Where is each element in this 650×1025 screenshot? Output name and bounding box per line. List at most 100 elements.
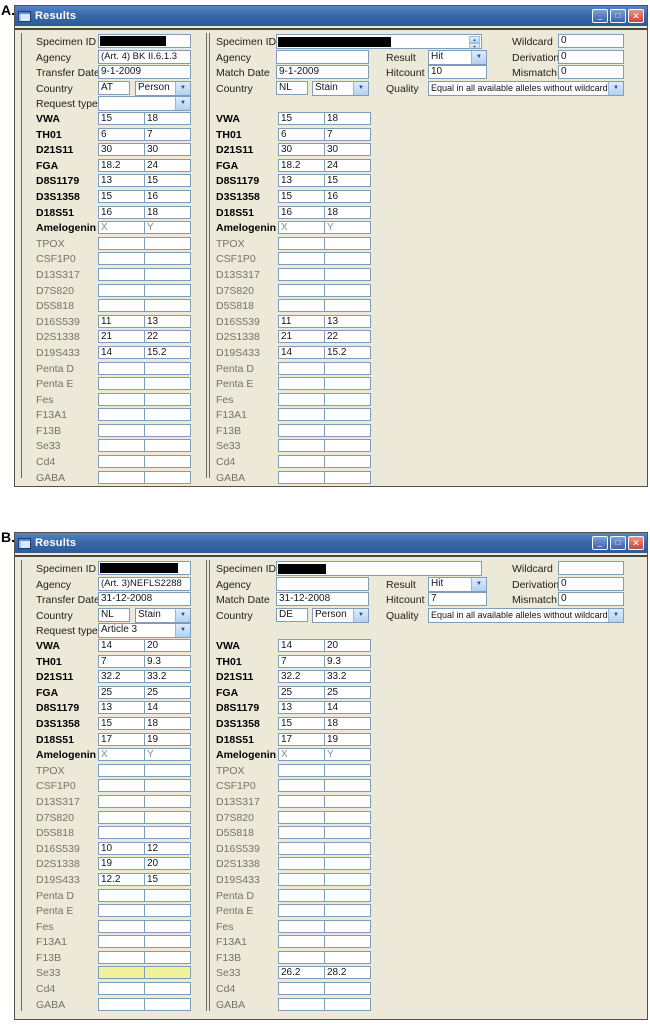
request-type-select[interactable]: Article 3 ▼ xyxy=(98,623,191,638)
allele-2-field[interactable]: 33.2 xyxy=(144,670,191,684)
allele-1-field[interactable] xyxy=(98,470,145,484)
allele-2-field[interactable] xyxy=(144,439,191,453)
allele-1-field[interactable] xyxy=(278,377,325,391)
allele-2-field[interactable] xyxy=(324,267,371,281)
allele-1-field[interactable] xyxy=(98,763,145,777)
allele-1-field[interactable]: X xyxy=(278,748,325,762)
allele-1-field[interactable] xyxy=(278,408,325,422)
allele-1-field[interactable] xyxy=(278,299,325,313)
allele-1-field[interactable] xyxy=(278,904,325,918)
agency-field[interactable] xyxy=(276,576,369,591)
allele-1-field[interactable] xyxy=(98,252,145,266)
allele-1-field[interactable]: 14 xyxy=(98,345,145,359)
allele-2-field[interactable] xyxy=(324,919,371,933)
specimen-id-field[interactable] xyxy=(98,34,191,48)
allele-2-field[interactable]: 16 xyxy=(324,189,371,203)
allele-2-field[interactable]: 15 xyxy=(324,174,371,188)
match-date-field[interactable]: 31-12-2008 xyxy=(276,592,369,606)
allele-2-field[interactable]: 28.2 xyxy=(324,966,371,980)
allele-1-field[interactable] xyxy=(278,826,325,840)
allele-1-field[interactable] xyxy=(98,267,145,281)
hitcount-field[interactable]: 10 xyxy=(428,65,487,79)
allele-1-field[interactable]: 16 xyxy=(278,205,325,219)
allele-2-field[interactable] xyxy=(144,408,191,422)
allele-1-field[interactable] xyxy=(98,236,145,250)
allele-2-field[interactable] xyxy=(324,904,371,918)
allele-2-field[interactable] xyxy=(324,236,371,250)
request-type-select[interactable]: ▼ xyxy=(98,96,191,111)
close-button[interactable]: ✕ xyxy=(628,536,644,550)
allele-1-field[interactable]: 32.2 xyxy=(98,670,145,684)
allele-2-field[interactable] xyxy=(144,236,191,250)
maximize-button[interactable]: □ xyxy=(610,536,626,550)
allele-2-field[interactable] xyxy=(324,826,371,840)
wildcard-field[interactable] xyxy=(558,561,624,575)
allele-2-field[interactable]: 7 xyxy=(144,127,191,141)
allele-1-field[interactable] xyxy=(98,299,145,313)
chevron-down-icon[interactable]: ▼ xyxy=(471,577,486,591)
allele-1-field[interactable] xyxy=(98,361,145,375)
country-code-field[interactable]: NL xyxy=(98,607,130,622)
allele-2-field[interactable] xyxy=(324,841,371,855)
match-date-field[interactable]: 9-1-2009 xyxy=(276,65,369,79)
allele-1-field[interactable] xyxy=(278,857,325,871)
titlebar[interactable]: Results _ □ ✕ xyxy=(15,533,647,553)
allele-2-field[interactable]: 20 xyxy=(324,639,371,652)
allele-1-field[interactable]: 13 xyxy=(278,701,325,715)
mismatch-field[interactable]: 0 xyxy=(558,592,624,606)
allele-2-field[interactable] xyxy=(144,950,191,964)
allele-2-field[interactable] xyxy=(324,252,371,266)
allele-1-field[interactable]: 15 xyxy=(278,716,325,730)
allele-1-field[interactable] xyxy=(278,361,325,375)
allele-2-field[interactable]: 19 xyxy=(144,732,191,746)
allele-2-field[interactable]: 15 xyxy=(144,174,191,188)
allele-1-field[interactable] xyxy=(98,982,145,996)
allele-2-field[interactable]: 20 xyxy=(144,639,191,652)
allele-2-field[interactable] xyxy=(144,470,191,484)
allele-2-field[interactable]: 20 xyxy=(144,857,191,871)
allele-1-field[interactable]: 32.2 xyxy=(278,670,325,684)
chevron-down-icon[interactable]: ▼ xyxy=(175,624,190,637)
allele-2-field[interactable]: 13 xyxy=(144,314,191,328)
allele-1-field[interactable]: 26.2 xyxy=(278,966,325,980)
allele-1-field[interactable]: 19 xyxy=(98,857,145,871)
allele-2-field[interactable]: 18 xyxy=(324,205,371,219)
allele-1-field[interactable] xyxy=(98,935,145,949)
chevron-down-icon[interactable]: ▼ xyxy=(608,81,623,95)
allele-1-field[interactable] xyxy=(278,267,325,281)
allele-1-field[interactable]: 15 xyxy=(98,189,145,203)
allele-1-field[interactable]: 7 xyxy=(278,654,325,668)
allele-2-field[interactable]: 22 xyxy=(324,330,371,344)
allele-2-field[interactable]: 25 xyxy=(324,685,371,699)
allele-1-field[interactable]: 11 xyxy=(278,314,325,328)
result-select[interactable]: Hit ▼ xyxy=(428,576,487,592)
allele-1-field[interactable] xyxy=(278,283,325,297)
specimen-id-field[interactable] xyxy=(98,561,191,575)
allele-1-field[interactable] xyxy=(278,763,325,777)
allele-2-field[interactable]: 15.2 xyxy=(144,345,191,359)
derivation-field[interactable]: 0 xyxy=(558,49,624,64)
allele-2-field[interactable]: 33.2 xyxy=(324,670,371,684)
allele-1-field[interactable] xyxy=(98,794,145,808)
allele-1-field[interactable]: 17 xyxy=(98,732,145,746)
allele-1-field[interactable]: 21 xyxy=(278,330,325,344)
allele-2-field[interactable]: Y xyxy=(324,748,371,762)
allele-2-field[interactable] xyxy=(324,857,371,871)
allele-1-field[interactable] xyxy=(98,455,145,469)
allele-1-field[interactable]: 13 xyxy=(98,701,145,715)
allele-1-field[interactable] xyxy=(278,794,325,808)
allele-2-field[interactable]: Y xyxy=(144,748,191,762)
allele-2-field[interactable] xyxy=(324,810,371,824)
close-button[interactable]: ✕ xyxy=(628,9,644,23)
allele-2-field[interactable] xyxy=(144,455,191,469)
allele-1-field[interactable] xyxy=(278,423,325,437)
allele-1-field[interactable]: 14 xyxy=(278,639,325,652)
mismatch-field[interactable]: 0 xyxy=(558,65,624,79)
allele-1-field[interactable] xyxy=(98,283,145,297)
allele-2-field[interactable]: 14 xyxy=(324,701,371,715)
allele-2-field[interactable]: 24 xyxy=(144,158,191,172)
quality-select[interactable]: Equal in all available alleles without w… xyxy=(428,80,624,96)
allele-1-field[interactable]: 11 xyxy=(98,314,145,328)
allele-2-field[interactable] xyxy=(144,794,191,808)
allele-2-field[interactable]: 30 xyxy=(144,143,191,157)
